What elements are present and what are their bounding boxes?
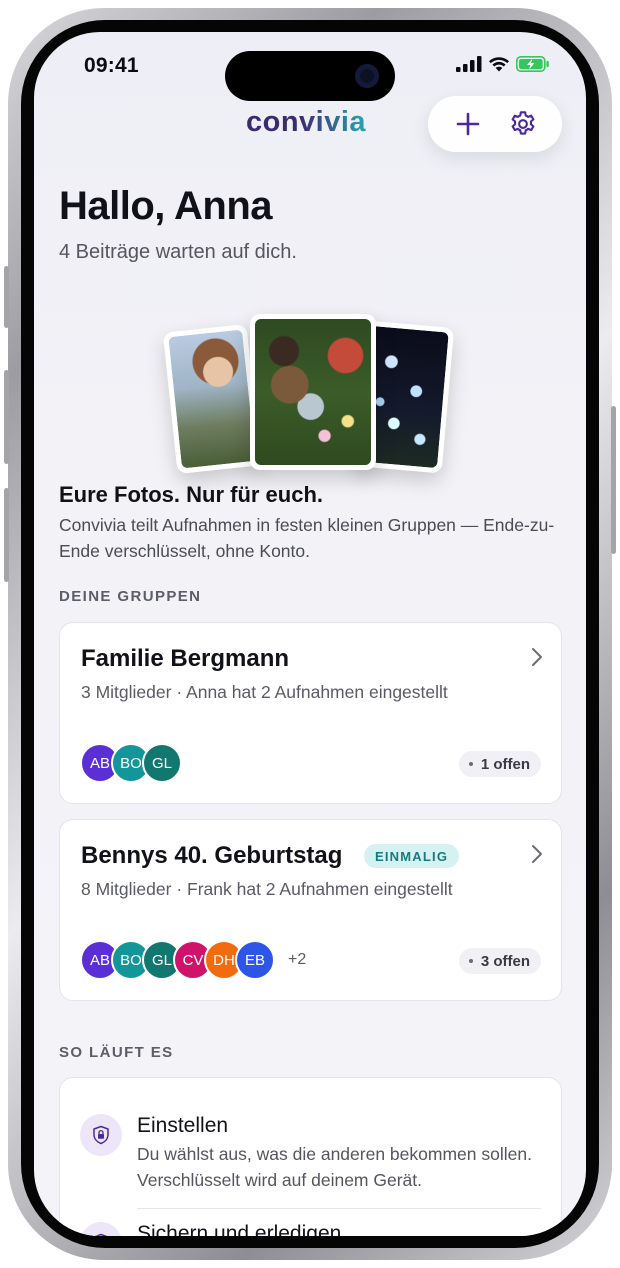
how-it-works-section-label: SO LÄUFT ES [59,1044,174,1061]
step-icon-wrapper [80,1114,122,1156]
app-logo: convivia [246,106,367,138]
photo-girl [168,329,256,469]
open-count-label: 3 offen [480,952,530,970]
power-button [611,406,616,554]
status-icons [456,56,550,72]
lock-icon [93,1125,109,1145]
groups-section-label: DEINE GRUPPEN [59,588,202,605]
photo-card-center [250,314,376,470]
open-count-label: 1 offen [480,755,530,773]
group-title: Familie Bergmann [81,645,290,672]
greeting-title: Hallo, Anna [59,184,273,228]
battery-charging-icon [516,56,549,72]
volume-up-button [4,370,9,464]
how-it-works-card: Einstellen Du wählst aus, was die andere… [59,1077,562,1236]
intro-title: Eure Fotos. Nur für euch. [59,482,324,507]
add-button[interactable] [451,107,485,141]
header-actions [428,96,562,152]
step-description: Du wählst aus, was die anderen bekommen … [137,1144,532,1190]
group-title: Bennys 40. Geburtstag [81,842,343,869]
more-members-count: +2 [288,951,307,968]
step-title: Einstellen [137,1114,229,1137]
open-count-badge: 3 offen [458,948,541,974]
photo-kids-easter-eggs [255,319,371,465]
shield-icon [94,1233,108,1236]
settings-button[interactable] [506,107,540,141]
app-screen: 09:41 convivia Hallo, Anna 4 Beiträge wa… [34,32,586,1236]
step-icon-wrapper [80,1222,122,1236]
volume-down-button [4,488,9,582]
photo-stack-illustration [162,314,455,475]
avatar: EB [235,940,275,980]
action-button [4,266,9,328]
gear-icon [511,111,534,135]
chevron-right-icon [532,845,542,863]
group-card-bennys-geburtstag[interactable]: Bennys 40. Geburtstag EINMALIG 8 Mitglie… [59,819,562,1001]
group-card-familie-bergmann[interactable]: Familie Bergmann 3 Mitglieder · Anna hat… [59,622,562,804]
einmalig-badge: EINMALIG [364,844,460,868]
dot-icon [468,959,473,963]
divider [137,1208,541,1209]
dot-icon [468,762,473,766]
group-meta: 8 Mitglieder · Frank hat 2 Aufnahmen ein… [81,879,453,899]
greeting-subtitle: 4 Beiträge warten auf dich. [59,241,297,263]
cellular-signal-icon [456,56,482,72]
avatar: GL [142,743,182,783]
status-bar: 09:41 [34,32,586,101]
status-time: 09:41 [84,54,139,77]
front-camera [355,64,379,88]
photo-card-left [162,323,262,475]
chevron-right-icon [532,648,542,666]
wifi-icon [489,57,509,72]
open-count-badge: 1 offen [458,751,541,777]
member-avatars: AB BO GL CV DH EB +2 [80,940,306,980]
intro-description: Convivia teilt Aufnahmen in festen klein… [59,515,555,561]
member-avatars: AB BO GL [80,743,182,783]
plus-icon [456,112,479,136]
dynamic-island [225,51,395,101]
group-meta: 3 Mitglieder · Anna hat 2 Aufnahmen eing… [81,682,448,702]
step-title: Sichern und erledigen [137,1222,342,1236]
